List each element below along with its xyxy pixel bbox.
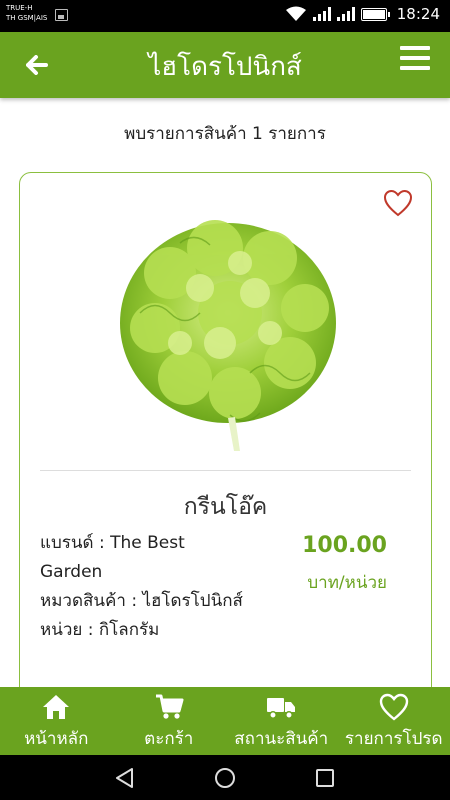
product-details: แบรนด์ : The Best Garden หมวดสินค้า : ไฮ… (40, 529, 250, 645)
nav-cart-label: ตะกร้า (144, 729, 194, 749)
truck-icon (267, 698, 296, 719)
menu-button[interactable] (400, 46, 430, 76)
hamburger-menu-icon (400, 46, 430, 70)
page-title: ไฮโดรโปนิกส์ (148, 52, 302, 82)
home-icon (43, 695, 70, 719)
bottom-nav: หน้าหลัก ตะกร้า สถานะสินค้า รายการโปรด (0, 687, 450, 755)
system-home-icon[interactable] (213, 766, 237, 790)
product-image[interactable] (110, 203, 346, 453)
status-bar: TRUE-H TH GSM|AIS 18:24 (0, 0, 450, 32)
nav-home-label: หน้าหลัก (24, 729, 89, 749)
battery-icon (360, 7, 390, 21)
divider (40, 470, 411, 471)
heart-outline-icon (383, 189, 413, 217)
system-nav-bar (0, 755, 450, 800)
system-recents-icon[interactable] (313, 766, 337, 790)
carrier-info: TRUE-H TH GSM|AIS (6, 3, 47, 23)
clock: 18:24 (396, 5, 440, 23)
system-back-icon[interactable] (113, 766, 137, 790)
product-brand: แบรนด์ : The Best Garden (40, 533, 185, 582)
nav-order-status[interactable]: สถานะสินค้า (225, 687, 338, 755)
carrier-line-1: TRUE-H (6, 4, 33, 12)
product-card[interactable]: กรีนโอ๊ค แบรนด์ : The Best Garden หมวดสิ… (19, 172, 432, 732)
product-category: หมวดสินค้า : ไฮโดรโปนิกส์ (40, 591, 243, 611)
favorite-button[interactable] (383, 189, 413, 217)
result-count: พบรายการสินค้า 1 รายการ (124, 124, 326, 144)
app-bar: ไฮโดรโปนิกส์ (0, 32, 450, 98)
nav-order-status-label: สถานะสินค้า (234, 729, 329, 749)
image-notification-icon (55, 9, 68, 21)
nav-cart[interactable]: ตะกร้า (113, 687, 226, 755)
signal-icon (312, 7, 331, 21)
nav-favorites-label: รายการโปรด (344, 729, 443, 749)
product-name[interactable]: กรีนโอ๊ค (20, 489, 431, 525)
nav-home[interactable]: หน้าหลัก (0, 687, 113, 755)
cart-icon (155, 694, 184, 719)
product-unit: หน่วย : กิโลกรัม (40, 620, 160, 640)
wifi-icon (285, 6, 306, 21)
nav-favorites[interactable]: รายการโปรด (338, 687, 450, 755)
carrier-line-2: TH GSM|AIS (6, 14, 48, 22)
product-price: 100.00 (302, 533, 387, 558)
signal-icon-2 (336, 7, 355, 21)
heart-icon (379, 693, 408, 721)
price-unit: บาท/หน่วย (307, 573, 387, 593)
